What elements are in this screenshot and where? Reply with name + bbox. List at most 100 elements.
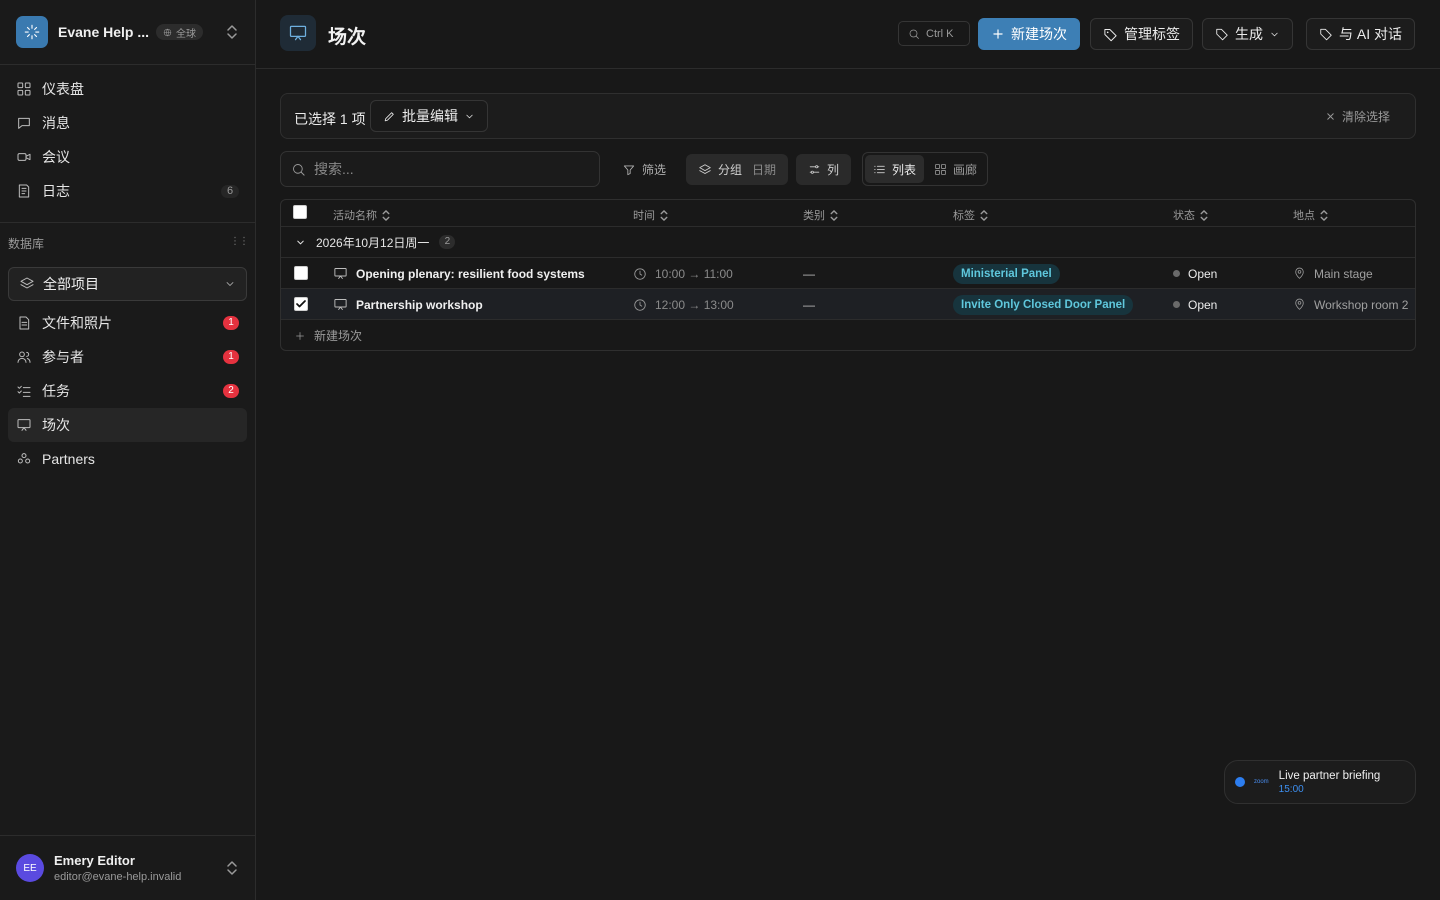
sidebar-item-sessions[interactable]: 场次 bbox=[8, 408, 247, 442]
database-select-value: 全部项目 bbox=[43, 276, 99, 292]
file-icon bbox=[16, 315, 34, 331]
sidebar-item-label: Partners bbox=[42, 451, 95, 467]
manage-tags-button[interactable]: 管理标签 bbox=[1090, 18, 1193, 50]
sidebar-item-partners[interactable]: Partners bbox=[8, 442, 247, 476]
clear-selection-button[interactable]: 清除选择 bbox=[1325, 108, 1390, 125]
sidebar-item-tasks[interactable]: 任务 2 bbox=[8, 374, 247, 408]
sidebar-item-label: 文件和照片 bbox=[42, 315, 112, 331]
session-location: Workshop room 2 bbox=[1314, 297, 1409, 312]
sidebar-item-files[interactable]: 文件和照片 1 bbox=[8, 306, 247, 340]
column-header-location[interactable]: 地点 bbox=[1293, 207, 1328, 223]
session-status: Open bbox=[1188, 266, 1218, 281]
session-name[interactable]: Partnership workshop bbox=[356, 298, 483, 312]
column-header-tags[interactable]: 标签 bbox=[953, 207, 988, 223]
filter-button[interactable]: 筛选 bbox=[610, 154, 678, 185]
sort-icon bbox=[980, 209, 988, 221]
database-select[interactable]: 全部项目 bbox=[8, 267, 247, 301]
column-header-label: 状态 bbox=[1173, 210, 1195, 222]
view-list-label: 列表 bbox=[892, 162, 917, 177]
live-meeting-toast[interactable]: zoom Live partner briefing 15:00 bbox=[1224, 760, 1416, 804]
sort-icon bbox=[660, 209, 668, 221]
user-name: Emery Editor bbox=[54, 853, 135, 868]
selection-count: 已选择 1 项 bbox=[294, 111, 366, 127]
column-header-category[interactable]: 类别 bbox=[803, 207, 838, 223]
sort-icon bbox=[382, 209, 390, 221]
log-count-badge: 6 bbox=[221, 185, 239, 198]
add-session-row[interactable]: 新建场次 bbox=[281, 321, 1415, 350]
live-indicator-icon bbox=[1235, 777, 1245, 787]
sort-icon bbox=[830, 209, 838, 221]
bulk-edit-button[interactable]: 批量编辑 bbox=[370, 100, 488, 132]
search-icon bbox=[909, 29, 919, 39]
log-icon bbox=[16, 183, 34, 199]
search-field[interactable] bbox=[280, 151, 600, 187]
table-row[interactable]: Partnership workshop 12:00 → 13:00 — Inv… bbox=[281, 289, 1415, 320]
column-header-name[interactable]: 活动名称 bbox=[333, 207, 390, 223]
filter-label: 筛选 bbox=[642, 163, 667, 177]
participants-count-badge: 1 bbox=[223, 350, 239, 364]
view-list-button[interactable]: 列表 bbox=[865, 155, 924, 183]
new-session-label: 新建场次 bbox=[1011, 26, 1067, 42]
chevrons-up-down-icon bbox=[225, 860, 239, 876]
sparkle-tag-icon bbox=[1320, 28, 1332, 41]
column-header-label: 时间 bbox=[633, 210, 655, 222]
sidebar-item-label: 参与者 bbox=[42, 349, 84, 365]
presentation-icon bbox=[334, 299, 347, 310]
row-checkbox[interactable] bbox=[294, 297, 308, 311]
command-search-button[interactable]: Ctrl K bbox=[898, 21, 970, 46]
sidebar-item-label: 场次 bbox=[42, 417, 70, 433]
column-header-status[interactable]: 状态 bbox=[1173, 207, 1208, 223]
table-row[interactable]: Opening plenary: resilient food systems … bbox=[281, 258, 1415, 289]
search-icon bbox=[293, 163, 305, 176]
close-icon bbox=[1327, 113, 1334, 120]
sidebar-item-messages[interactable]: 消息 bbox=[8, 106, 247, 140]
layers-icon bbox=[19, 276, 35, 292]
session-name[interactable]: Opening plenary: resilient food systems bbox=[356, 267, 585, 281]
ai-chat-label: 与 AI 对话 bbox=[1339, 26, 1403, 42]
group-by-button[interactable]: 分组 日期 bbox=[686, 154, 789, 185]
tag-icon bbox=[1216, 28, 1228, 41]
column-header-label: 标签 bbox=[953, 210, 975, 222]
video-icon bbox=[16, 149, 34, 165]
table-header: 活动名称 时间 类别 标签 状态 地点 bbox=[281, 200, 1415, 227]
tag-icon bbox=[1104, 28, 1117, 41]
pencil-icon bbox=[384, 111, 394, 121]
view-gallery-button[interactable]: 画廊 bbox=[926, 155, 985, 183]
row-checkbox[interactable] bbox=[294, 266, 308, 280]
chevrons-up-down-icon bbox=[225, 24, 239, 40]
sidebar-database-nav: 文件和照片 1 参与者 1 任务 2 场次 Partners bbox=[8, 306, 247, 476]
presentation-icon bbox=[280, 15, 316, 51]
drag-handle-icon[interactable]: ⋮⋮ bbox=[230, 236, 249, 247]
session-status: Open bbox=[1188, 297, 1218, 312]
date-group-header[interactable]: 2026年10月12日周一 2 bbox=[281, 227, 1415, 258]
column-header-label: 活动名称 bbox=[333, 210, 377, 222]
clock-icon bbox=[634, 298, 646, 311]
columns-button[interactable]: 列 bbox=[796, 154, 852, 185]
manage-tags-label: 管理标签 bbox=[1124, 26, 1180, 42]
workspace-switcher[interactable]: Evane Help ... 全球 bbox=[0, 0, 255, 65]
column-header-time[interactable]: 时间 bbox=[633, 207, 668, 223]
status-dot bbox=[1173, 301, 1180, 308]
layers-icon bbox=[699, 163, 711, 174]
session-location: Main stage bbox=[1314, 266, 1373, 281]
page-title: 场次 bbox=[328, 27, 367, 48]
view-gallery-label: 画廊 bbox=[953, 162, 978, 177]
dashboard-icon bbox=[16, 81, 34, 97]
user-menu[interactable]: EE Emery Editor editor@evane-help.invali… bbox=[0, 835, 255, 900]
ai-chat-button[interactable]: 与 AI 对话 bbox=[1306, 18, 1416, 50]
message-icon bbox=[16, 115, 34, 131]
sidebar-item-participants[interactable]: 参与者 1 bbox=[8, 340, 247, 374]
generate-label: 生成 bbox=[1235, 26, 1263, 42]
sidebar-item-log[interactable]: 日志 6 bbox=[8, 174, 247, 208]
avatar: EE bbox=[16, 854, 44, 882]
search-input[interactable] bbox=[314, 161, 574, 177]
database-section-label: 数据库 bbox=[8, 237, 45, 251]
select-all-checkbox[interactable] bbox=[293, 205, 307, 219]
sidebar-item-dashboard[interactable]: 仪表盘 bbox=[8, 72, 247, 106]
generate-button[interactable]: 生成 bbox=[1202, 18, 1293, 50]
sidebar-item-label: 会议 bbox=[42, 149, 70, 165]
columns-label: 列 bbox=[827, 163, 840, 177]
new-session-button[interactable]: 新建场次 bbox=[978, 18, 1080, 50]
selection-bar: 已选择 1 项 批量编辑 清除选择 bbox=[280, 93, 1416, 139]
sidebar-item-meetings[interactable]: 会议 bbox=[8, 140, 247, 174]
